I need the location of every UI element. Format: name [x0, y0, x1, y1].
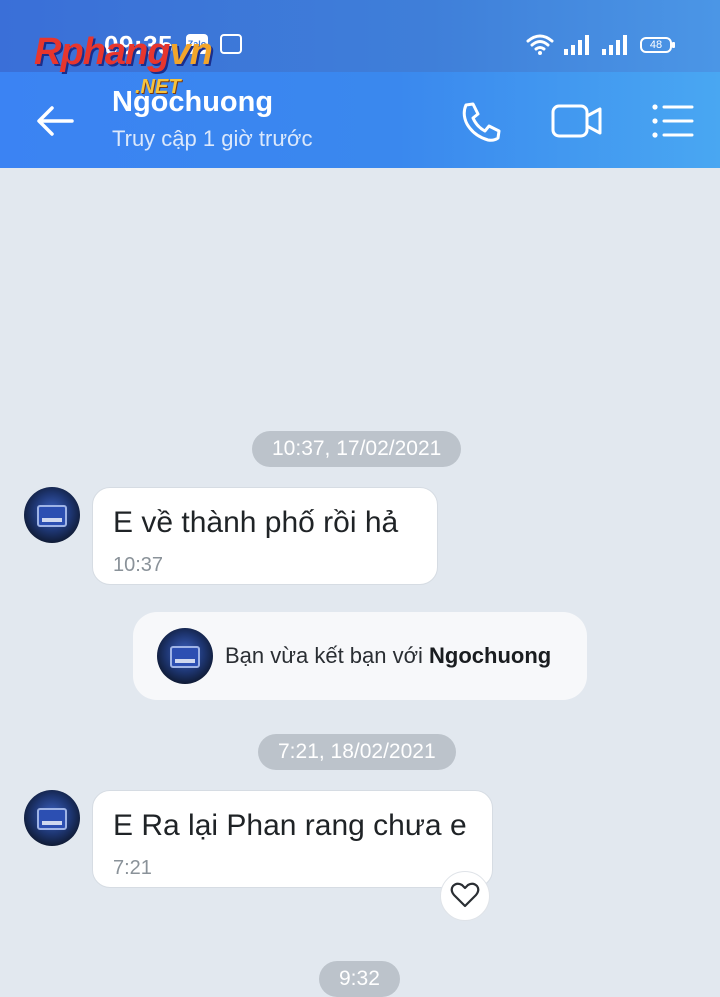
truck-grill [42, 518, 62, 522]
react-heart-button[interactable] [440, 871, 490, 921]
contact-avatar[interactable] [24, 790, 80, 846]
friend-notice-prefix: Bạn vừa kết bạn với [225, 643, 430, 668]
watermark-part-1: Rphang [34, 31, 170, 73]
friend-added-notice: Bạn vừa kết bạn với Ngochuong [133, 612, 587, 700]
truck-grill [42, 821, 62, 825]
heart-icon [450, 882, 480, 908]
back-arrow-icon[interactable] [34, 100, 76, 142]
date-separator: 10:37, 17/02/2021 [252, 431, 462, 467]
friend-avatar[interactable] [157, 628, 213, 684]
message-bubble[interactable]: E về thành phố rồi hả 10:37 [92, 487, 438, 585]
menu-list-icon[interactable] [650, 100, 696, 142]
watermark-logo: Rphangvn [34, 31, 213, 73]
truck-grill [175, 659, 195, 663]
friend-notice-name[interactable]: Ngochuong [429, 643, 551, 668]
contact-name[interactable]: Ngochuong [112, 86, 273, 119]
message-text: E Ra lại Phan rang chưa e [113, 809, 467, 842]
message-time: 10:37 [113, 554, 164, 576]
notification-icon [220, 34, 242, 54]
watermark-part-2: vn [169, 31, 212, 73]
truck-image [170, 646, 200, 668]
truck-image [37, 505, 67, 527]
date-separator: 7:21, 18/02/2021 [258, 734, 456, 770]
date-separator: 9:32 [319, 961, 400, 997]
truck-image [37, 808, 67, 830]
top-bar: 09:35 Zalo 48 Rphangvn .NET Ngochuong Tr… [0, 0, 720, 168]
last-seen-status: Truy cập 1 giờ trước [112, 126, 313, 151]
video-call-icon[interactable] [550, 100, 604, 142]
friend-notice-text: Bạn vừa kết bạn với Ngochuong [225, 643, 551, 669]
signal-icon [564, 35, 589, 55]
wifi-icon [526, 34, 554, 55]
contact-avatar[interactable] [24, 487, 80, 543]
message-bubble[interactable]: E Ra lại Phan rang chưa e 7:21 [92, 790, 493, 888]
message-text: E về thành phố rồi hả [113, 506, 399, 539]
signal-icon [602, 35, 627, 55]
message-time: 7:21 [113, 857, 152, 879]
battery-icon: 48 [640, 37, 675, 53]
phone-icon[interactable] [458, 100, 504, 142]
